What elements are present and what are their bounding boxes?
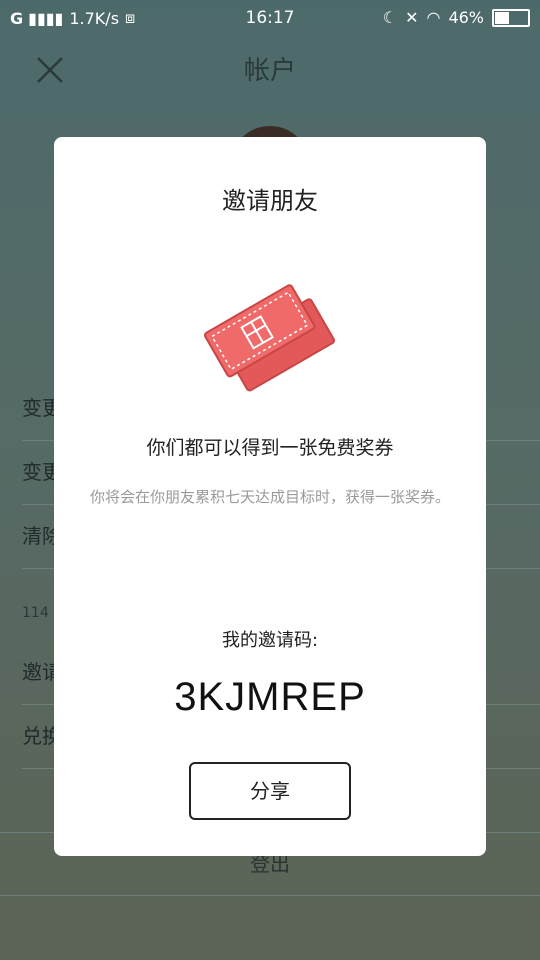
invite-code-label: 我的邀请码: [221,630,319,651]
ticket-icon [203,284,336,392]
battery-percent: 46% [448,8,484,27]
dialog-title: 邀请朋友 [222,187,318,215]
reward-heading: 你们都可以得到一张免费奖券 [146,437,394,459]
wifi-icon: ◠ [426,8,441,27]
moon-icon: ☾ [382,8,398,27]
invite-code: 3KJMREP [174,675,366,719]
page-title: 帐户 [243,56,296,86]
battery-icon [492,8,530,27]
invite-dialog: 邀请朋友 你们都可以得到一张免费奖券 你将会在你朋友累积七天达成目标时，获得一张… [54,137,486,856]
reward-description: 你将会在你朋友累积七天达成目标时，获得一张奖券。 [89,488,450,506]
app-header: 帐户 [0,40,540,96]
share-button[interactable]: 分享 [189,762,351,820]
mute-icon: ✕ [405,8,419,27]
battery-fill [495,11,509,24]
status-bar: G ▮▮▮▮ 1.7K/s ⧈ 16:17 ☾ ✕ ◠ 46% [0,0,540,36]
small-info-text: 114 [22,605,49,621]
